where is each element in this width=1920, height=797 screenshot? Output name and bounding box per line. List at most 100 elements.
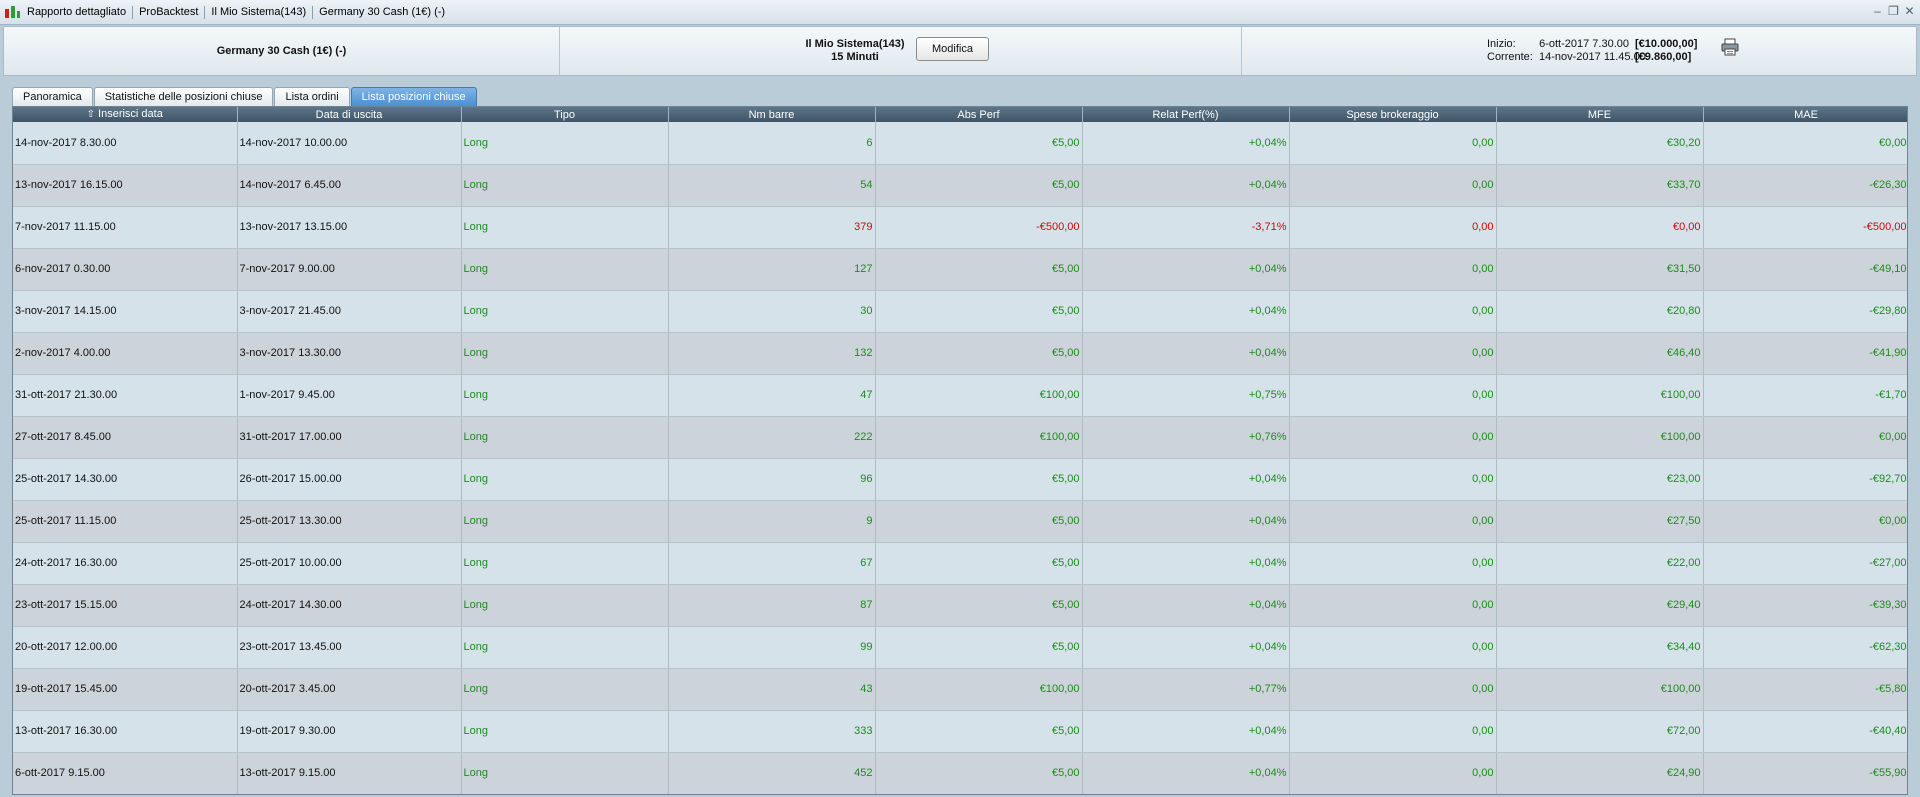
cell-fees: 0,00 [1289, 248, 1497, 291]
column-header-type[interactable]: Tipo [461, 107, 669, 122]
column-header-entry-date[interactable]: ⇧ Inserisci data [13, 107, 238, 122]
cell-entry-date: 14-nov-2017 8.30.00 [13, 122, 238, 165]
cell-mfe: €31,50 [1496, 248, 1704, 291]
cell-mae: -€39,30 [1703, 584, 1907, 627]
column-header-bars[interactable]: Nm barre [668, 107, 876, 122]
cell-type: Long [461, 752, 669, 794]
minimize-icon[interactable]: – [1871, 4, 1884, 19]
cell-entry-date: 24-ott-2017 16.30.00 [13, 542, 238, 585]
printer-icon[interactable] [1720, 37, 1740, 57]
cell-abs-perf: €5,00 [875, 290, 1083, 333]
cell-mae: €0,00 [1703, 416, 1907, 459]
cell-rel-perf: +0,04% [1082, 458, 1290, 501]
breadcrumb-report[interactable]: Rapporto dettagliato [21, 5, 134, 19]
table-row[interactable]: 20-ott-2017 12.00.00 23-ott-2017 13.45.00… [13, 626, 1907, 669]
cell-abs-perf: -€500,00 [875, 206, 1083, 249]
closed-positions-table-container[interactable]: ⇧ Inserisci data Data di uscita Tipo Nm b… [12, 106, 1908, 795]
table-row[interactable]: 25-ott-2017 14.30.00 26-ott-2017 15.00.00… [13, 458, 1907, 501]
modify-button[interactable]: Modifica [916, 37, 989, 61]
tab-overview[interactable]: Panoramica [12, 87, 93, 106]
cell-type: Long [461, 626, 669, 669]
breadcrumb-system[interactable]: Il Mio Sistema(143) [205, 5, 314, 19]
cell-bars: 30 [668, 290, 876, 333]
cell-mae: -€55,90 [1703, 752, 1907, 794]
cell-fees: 0,00 [1289, 542, 1497, 585]
breadcrumb-instrument[interactable]: Germany 30 Cash (1€) (-) [313, 6, 451, 19]
column-header-exit-date[interactable]: Data di uscita [237, 107, 462, 122]
timeframe: 15 Minuti [831, 51, 879, 63]
cell-abs-perf: €5,00 [875, 500, 1083, 543]
cell-exit-date: 26-ott-2017 15.00.00 [237, 458, 462, 501]
table-row[interactable]: 19-ott-2017 15.45.00 20-ott-2017 3.45.00 L… [13, 668, 1907, 711]
window-controls: – ❐ ✕ [1871, 4, 1916, 19]
column-header-fees[interactable]: Spese brokeraggio [1289, 107, 1497, 122]
table-row[interactable]: 25-ott-2017 11.15.00 25-ott-2017 13.30.00… [13, 500, 1907, 543]
table-row[interactable]: 2-nov-2017 4.00.00 3-nov-2017 13.30.00 Lon… [13, 332, 1907, 375]
table-row[interactable]: 7-nov-2017 11.15.00 13-nov-2017 13.15.00 L… [13, 206, 1907, 249]
cell-entry-date: 3-nov-2017 14.15.00 [13, 290, 238, 333]
cell-entry-date: 6-ott-2017 9.15.00 [13, 752, 238, 794]
cell-fees: 0,00 [1289, 458, 1497, 501]
close-icon[interactable]: ✕ [1903, 4, 1916, 19]
cell-entry-date: 31-ott-2017 21.30.00 [13, 374, 238, 417]
table-row[interactable]: 13-nov-2017 16.15.00 14-nov-2017 6.45.00 L… [13, 164, 1907, 207]
breadcrumb-probacktest[interactable]: ProBacktest [133, 5, 206, 19]
table-row[interactable]: 6-ott-2017 9.15.00 13-ott-2017 9.15.00 Lon… [13, 752, 1907, 794]
cell-abs-perf: €5,00 [875, 626, 1083, 669]
column-header-rel-perf[interactable]: Relat Perf(%) [1082, 107, 1290, 122]
restore-icon[interactable]: ❐ [1887, 4, 1900, 19]
cell-abs-perf: €5,00 [875, 248, 1083, 291]
system-name: Il Mio Sistema(143) [805, 38, 905, 50]
cell-exit-date: 3-nov-2017 13.30.00 [237, 332, 462, 375]
cell-fees: 0,00 [1289, 710, 1497, 753]
start-date: 6-ott-2017 7.30.00 [1539, 38, 1629, 50]
cell-type: Long [461, 122, 669, 165]
cell-rel-perf: +0,75% [1082, 374, 1290, 417]
table-row[interactable]: 31-ott-2017 21.30.00 1-nov-2017 9.45.00 Lo… [13, 374, 1907, 417]
cell-rel-perf: +0,04% [1082, 710, 1290, 753]
column-header-abs-perf[interactable]: Abs Perf [875, 107, 1083, 122]
cell-mae: -€500,00 [1703, 206, 1907, 249]
current-date: 14-nov-2017 11.45.00 [1539, 51, 1646, 63]
cell-type: Long [461, 668, 669, 711]
cell-type: Long [461, 206, 669, 249]
cell-mfe: €29,40 [1496, 584, 1704, 627]
cell-exit-date: 25-ott-2017 13.30.00 [237, 500, 462, 543]
column-header-mae[interactable]: MAE [1703, 107, 1907, 122]
tab-closed-positions-stats[interactable]: Statistiche delle posizioni chiuse [93, 87, 274, 106]
table-row[interactable]: 23-ott-2017 15.15.00 24-ott-2017 14.30.00… [13, 584, 1907, 627]
cell-rel-perf: +0,76% [1082, 416, 1290, 459]
cell-bars: 99 [668, 626, 876, 669]
cell-exit-date: 24-ott-2017 14.30.00 [237, 584, 462, 627]
table-row[interactable]: 14-nov-2017 8.30.00 14-nov-2017 10.00.00 L… [13, 122, 1907, 165]
cell-entry-date: 2-nov-2017 4.00.00 [13, 332, 238, 375]
cell-mfe: €27,50 [1496, 500, 1704, 543]
table-row[interactable]: 27-ott-2017 8.45.00 31-ott-2017 17.00.00 L… [13, 416, 1907, 459]
cell-abs-perf: €5,00 [875, 710, 1083, 753]
cell-mfe: €100,00 [1496, 668, 1704, 711]
table-row[interactable]: 6-nov-2017 0.30.00 7-nov-2017 9.00.00 Long… [13, 248, 1907, 291]
cell-type: Long [461, 374, 669, 417]
cell-mfe: €30,20 [1496, 122, 1704, 165]
cell-abs-perf: €100,00 [875, 416, 1083, 459]
cell-mae: -€40,40 [1703, 710, 1907, 753]
report-tabs: Panoramica Statistiche delle posizioni c… [12, 87, 477, 106]
table-row[interactable]: 13-ott-2017 16.30.00 19-ott-2017 9.30.00 L… [13, 710, 1907, 753]
cell-fees: 0,00 [1289, 374, 1497, 417]
cell-entry-date: 23-ott-2017 15.15.00 [13, 584, 238, 627]
cell-exit-date: 7-nov-2017 9.00.00 [237, 248, 462, 291]
tab-orders-list[interactable]: Lista ordini [274, 87, 350, 106]
cell-type: Long [461, 584, 669, 627]
cell-type: Long [461, 458, 669, 501]
cell-fees: 0,00 [1289, 164, 1497, 207]
cell-type: Long [461, 290, 669, 333]
table-row[interactable]: 24-ott-2017 16.30.00 25-ott-2017 10.00.00… [13, 542, 1907, 585]
cell-exit-date: 13-nov-2017 13.15.00 [237, 206, 462, 249]
cell-type: Long [461, 500, 669, 543]
tab-closed-positions-list[interactable]: Lista posizioni chiuse [350, 87, 477, 106]
table-row[interactable]: 3-nov-2017 14.15.00 3-nov-2017 21.45.00 Lo… [13, 290, 1907, 333]
cell-rel-perf: +0,77% [1082, 668, 1290, 711]
start-balance: [€10.000,00] [1635, 38, 1698, 50]
column-header-mfe[interactable]: MFE [1496, 107, 1704, 122]
cell-mae: -€29,80 [1703, 290, 1907, 333]
